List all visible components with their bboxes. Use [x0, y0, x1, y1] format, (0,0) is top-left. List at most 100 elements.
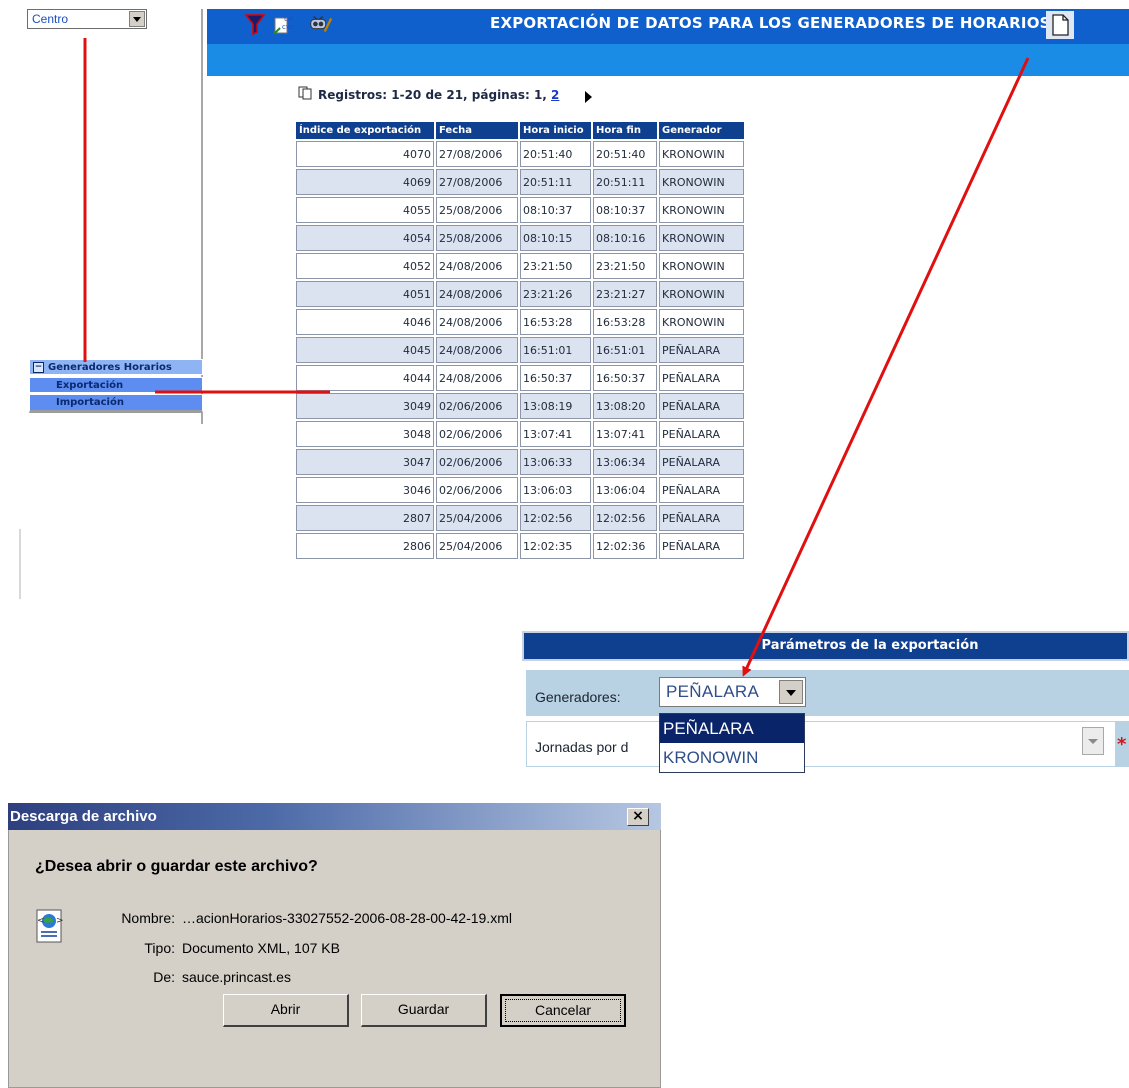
table-cell: 24/08/2006	[436, 365, 518, 391]
header-subbar-end	[1077, 44, 1129, 76]
next-page-icon[interactable]	[585, 91, 592, 103]
table-cell: PEÑALARA	[659, 393, 744, 419]
table-cell: 02/06/2006	[436, 421, 518, 447]
table-row[interactable]: 4052 24/08/2006 23:21:50 23:21:50 KRONOWIN	[296, 253, 744, 279]
table-cell: 23:21:27	[593, 281, 657, 307]
table-cell: PEÑALARA	[659, 365, 744, 391]
column-header[interactable]: Hora inicio	[520, 122, 591, 139]
table-cell: 27/08/2006	[436, 169, 518, 195]
document-icon[interactable]	[1046, 11, 1074, 39]
chevron-down-icon[interactable]	[779, 680, 803, 704]
menu-item-exportacion[interactable]: Exportación	[29, 377, 203, 393]
table-row[interactable]: 4055 25/08/2006 08:10:37 08:10:37 KRONOWIN	[296, 197, 744, 223]
column-header[interactable]: Fecha	[436, 122, 518, 139]
generadores-select[interactable]: PEÑALARA	[659, 677, 806, 707]
table-cell: 20:51:11	[593, 169, 657, 195]
close-icon[interactable]: ×	[627, 808, 649, 826]
svg-text:<: <	[37, 916, 45, 926]
menu-group-generadores[interactable]: − Generadores Horarios	[29, 359, 203, 375]
table-cell: 16:50:37	[593, 365, 657, 391]
dialog-title: Descarga de archivo	[10, 808, 157, 825]
table-cell: 4052	[296, 253, 434, 279]
table-cell: PEÑALARA	[659, 477, 744, 503]
table-cell: 25/08/2006	[436, 225, 518, 251]
table-row[interactable]: 3047 02/06/2006 13:06:33 13:06:34 PEÑALARA	[296, 449, 744, 475]
table-cell: 4044	[296, 365, 434, 391]
table-cell: 23:21:50	[520, 253, 591, 279]
divider	[19, 529, 21, 599]
table-row[interactable]: 4054 25/08/2006 08:10:15 08:10:16 KRONOWIN	[296, 225, 744, 251]
export-txt-csv-icon[interactable]: txt cvs	[272, 12, 298, 36]
type-value: Documento XML, 107 KB	[182, 940, 340, 956]
column-header[interactable]: Generador	[659, 122, 744, 139]
open-button[interactable]: Abrir	[223, 994, 349, 1027]
configure-icon[interactable]	[308, 12, 334, 36]
table-row[interactable]: 2806 25/04/2006 12:02:35 12:02:36 PEÑALARA	[296, 533, 744, 559]
table-row[interactable]: 4069 27/08/2006 20:51:11 20:51:11 KRONOWIN	[296, 169, 744, 195]
table-cell: 12:02:36	[593, 533, 657, 559]
table-cell: 12:02:56	[520, 505, 591, 531]
page-title: EXPORTACIÓN DE DATOS PARA LOS GENERADORE…	[490, 14, 1051, 32]
center-select[interactable]: Centro	[27, 9, 147, 29]
collapse-minus-icon[interactable]: −	[33, 362, 44, 373]
table-cell: 4055	[296, 197, 434, 223]
table-cell: KRONOWIN	[659, 309, 744, 335]
table-cell: 3048	[296, 421, 434, 447]
table-cell: PEÑALARA	[659, 449, 744, 475]
table-row[interactable]: 4044 24/08/2006 16:50:37 16:50:37 PEÑALARA	[296, 365, 744, 391]
save-button[interactable]: Guardar	[361, 994, 487, 1027]
menu-item-label: Importación	[56, 397, 124, 408]
svg-text:cvs: cvs	[282, 23, 294, 31]
table-cell: PEÑALARA	[659, 421, 744, 447]
column-header[interactable]: Hora fin	[593, 122, 657, 139]
page-link-2[interactable]: 2	[551, 88, 559, 102]
table-cell: 23:21:26	[520, 281, 591, 307]
table-cell: 13:08:19	[520, 393, 591, 419]
dropdown-option-penalara[interactable]: PEÑALARA	[660, 714, 804, 743]
dialog-question: ¿Desea abrir o guardar este archivo?	[35, 858, 318, 875]
table-cell: 16:50:37	[520, 365, 591, 391]
name-value: …acionHorarios-33027552-2006-08-28-00-42…	[182, 910, 512, 926]
table-row[interactable]: 4045 24/08/2006 16:51:01 16:51:01 PEÑALARA	[296, 337, 744, 363]
center-select-value: Centro	[32, 12, 69, 26]
table-row[interactable]: 3049 02/06/2006 13:08:19 13:08:20 PEÑALARA	[296, 393, 744, 419]
table-row[interactable]: 3046 02/06/2006 13:06:03 13:06:04 PEÑALARA	[296, 477, 744, 503]
params-title: Parámetros de la exportación	[761, 638, 979, 653]
dropdown-option-kronowin[interactable]: KRONOWIN	[660, 744, 804, 772]
chevron-down-icon[interactable]	[1082, 727, 1104, 755]
table-row[interactable]: 4046 24/08/2006 16:53:28 16:53:28 KRONOWIN	[296, 309, 744, 335]
table-cell: 4046	[296, 309, 434, 335]
table-row[interactable]: 3048 02/06/2006 13:07:41 13:07:41 PEÑALARA	[296, 421, 744, 447]
table-cell: 23:21:50	[593, 253, 657, 279]
xml-file-icon: < >	[36, 909, 64, 943]
generadores-select-value: PEÑALARA	[666, 682, 760, 701]
column-header[interactable]: Índice de exportación	[296, 122, 434, 139]
table-cell: 25/04/2006	[436, 505, 518, 531]
table-cell: 16:51:01	[520, 337, 591, 363]
table-cell: 2807	[296, 505, 434, 531]
table-cell: 13:06:03	[520, 477, 591, 503]
name-label: Nombre:	[121, 910, 175, 926]
table-cell: 4069	[296, 169, 434, 195]
table-cell: KRONOWIN	[659, 169, 744, 195]
table-cell: 20:51:40	[593, 141, 657, 167]
table-cell: 24/08/2006	[436, 281, 518, 307]
table-row[interactable]: 2807 25/04/2006 12:02:56 12:02:56 PEÑALARA	[296, 505, 744, 531]
chevron-down-icon[interactable]	[129, 11, 145, 27]
svg-text:>: >	[56, 916, 64, 926]
menu-group-label: Generadores Horarios	[48, 362, 172, 373]
table-cell: 3046	[296, 477, 434, 503]
table-cell: 4070	[296, 141, 434, 167]
table-cell: 13:06:34	[593, 449, 657, 475]
menu-item-importacion[interactable]: Importación	[29, 394, 203, 413]
table-cell: 3049	[296, 393, 434, 419]
table-cell: 13:07:41	[520, 421, 591, 447]
table-cell: KRONOWIN	[659, 141, 744, 167]
table-cell: KRONOWIN	[659, 225, 744, 251]
table-cell: PEÑALARA	[659, 337, 744, 363]
filter-icon[interactable]	[244, 12, 270, 36]
table-row[interactable]: 4070 27/08/2006 20:51:40 20:51:40 KRONOWIN	[296, 141, 744, 167]
table-cell: 3047	[296, 449, 434, 475]
table-row[interactable]: 4051 24/08/2006 23:21:26 23:21:27 KRONOWIN	[296, 281, 744, 307]
cancel-button[interactable]: Cancelar	[500, 994, 626, 1027]
